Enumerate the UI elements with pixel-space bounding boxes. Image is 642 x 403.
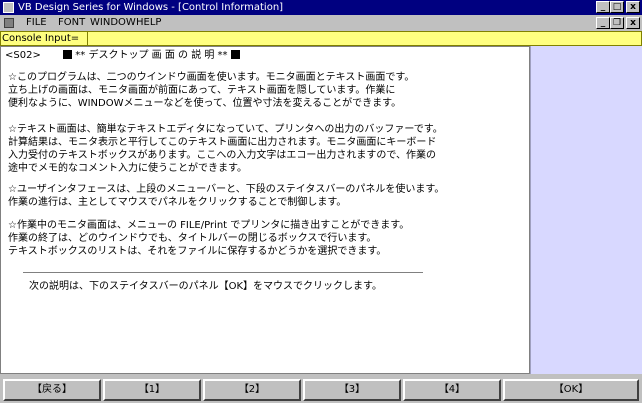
close-button[interactable]: x [626,1,640,13]
menu-file[interactable]: FILE [26,16,47,29]
menu-window[interactable]: WINDOW [90,16,136,29]
status-button-back[interactable]: 【戻る】 [3,379,101,401]
status-button-2[interactable]: 【2】 [203,379,301,401]
paragraph-2: ☆テキスト画面は、簡単なテキストエディタになっていて、プリンタへの出力のバッファ… [8,123,443,175]
paragraph-line: ☆このプログラムは、二つのウインドウ画面を使います。モニタ画面とテキスト画面です… [8,72,415,83]
menu-help[interactable]: HELP [136,16,161,29]
console-row: Console Input= [0,31,642,46]
mdi-restore-button[interactable]: ❐ [610,17,624,29]
maximize-button[interactable]: □ [610,1,624,13]
paragraph-line: 計算結果は、モニタ表示と平行してこのテキスト画面に出力されます。モニタ画面にキー… [8,137,437,148]
app-window: VB Design Series for Windows - [Control … [0,0,642,403]
app-icon[interactable] [3,2,14,13]
paragraph-line: 作業の終了は、どのウインドウでも、タイトルバーの閉じるボックスで行います。 [8,233,377,244]
menu-font[interactable]: FONT [58,16,85,29]
paragraph-line: ☆作業中のモニタ画面は、メニューの FILE/Print でプリンタに描き出すこ… [8,220,410,231]
header-square-icon [230,50,240,59]
paragraph-3: ☆ユーザインタフェースは、上段のメニューバーと、下段のステイタスバーのパネルを使… [8,183,444,209]
section-header: <S02> ** デスクトップ 画 面 の 説 明 ** [5,49,240,62]
instruction-note: 次の説明は、下のステイタスバーのパネル【OK】をマウスでクリックします。 [29,281,383,292]
paragraph-line: 作業の進行は、主としてマウスでパネルをクリックすることで制御します。 [8,197,347,208]
mdi-close-button[interactable]: x [626,17,640,29]
status-button-3[interactable]: 【3】 [303,379,401,401]
status-button-ok[interactable]: 【OK】 [503,379,639,401]
console-input[interactable] [88,31,642,46]
menu-bar: FILE FONT WINDOW HELP _ ❐ x [0,15,642,30]
paragraph-line: テキストボックスのリストは、それをファイルに保存するかどうかを選択できます。 [8,246,387,257]
paragraph-line: 途中でメモ的なコメント入力に使うことができます。 [8,163,247,174]
paragraph-line: 入力受付のテキストボックスがあります。ここへの入力文字はエコー出力されますので、… [8,150,436,161]
status-button-4[interactable]: 【4】 [403,379,501,401]
text-panel[interactable]: <S02> ** デスクトップ 画 面 の 説 明 ** ☆このプログラムは、二… [0,46,530,374]
paragraph-line: 立ち上げの画面は、モニタ画面が前面にあって、テキスト画面を隠しています。作業に [8,85,396,96]
paragraph-4: ☆作業中のモニタ画面は、メニューの FILE/Print でプリンタに描き出すこ… [8,219,409,258]
header-square-icon [63,50,73,59]
separator-line [23,272,423,273]
status-button-1[interactable]: 【1】 [103,379,201,401]
paragraph-line: 便利なように、WINDOWメニューなどを使って、位置や寸法を変えることができます… [8,98,402,109]
document-icon[interactable] [4,18,14,28]
title-bar[interactable]: VB Design Series for Windows - [Control … [0,0,642,15]
paragraph-line: ☆テキスト画面は、簡単なテキストエディタになっていて、プリンタへの出力のバッファ… [8,124,443,135]
mdi-minimize-button[interactable]: _ [596,17,610,29]
paragraph-line: ☆ユーザインタフェースは、上段のメニューバーと、下段のステイタスバーのパネルを使… [8,184,445,195]
paragraph-1: ☆このプログラムは、二つのウインドウ画面を使います。モニタ画面とテキスト画面です… [8,71,414,110]
minimize-button[interactable]: _ [596,1,610,13]
console-label: Console Input= [0,31,88,46]
status-bar: 【戻る】 【1】 【2】 【3】 【4】 【OK】 [0,376,642,403]
window-title: VB Design Series for Windows - [Control … [18,2,284,13]
section-id: <S02> [5,50,41,61]
section-title: ** デスクトップ 画 面 の 説 明 ** [75,50,228,61]
monitor-panel [530,46,642,374]
